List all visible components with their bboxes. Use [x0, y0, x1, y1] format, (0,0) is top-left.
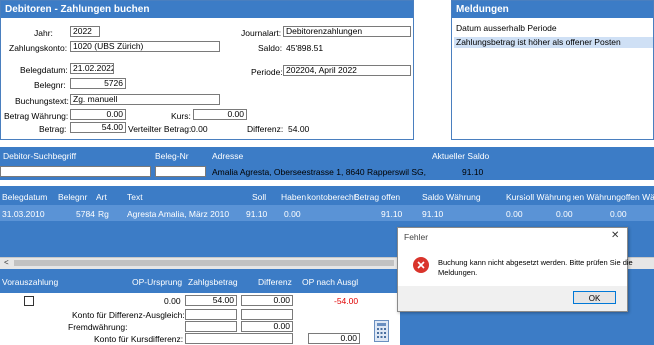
- betrag-label: Betrag:: [39, 124, 67, 134]
- periode-label: Periode:: [251, 67, 283, 77]
- konto-kursdifferenz-label: Konto für Kursdifferenz:: [94, 334, 184, 344]
- row-art[interactable]: Rg: [98, 209, 109, 219]
- col-kurs[interactable]: Kurs: [506, 192, 523, 202]
- belegdatum-field[interactable]: 21.02.2022: [70, 63, 114, 74]
- col-debitor-suchbegriff[interactable]: Debitor-Suchbegriff: [3, 151, 76, 161]
- messages-panel-title: Meldungen: [452, 1, 653, 18]
- row-betrag-offen[interactable]: 91.10: [381, 209, 402, 219]
- betrag-waehrung-label: Betrag Währung:: [4, 111, 69, 121]
- col-haben[interactable]: Haben: [281, 192, 306, 202]
- col-text[interactable]: Text: [127, 192, 143, 202]
- row-offen-waehrung[interactable]: 0.00: [610, 209, 627, 219]
- col-adresse[interactable]: Adresse: [212, 151, 243, 161]
- debitor-address: Amalia Agresta, Oberseestrasse 1, 8640 R…: [212, 167, 427, 177]
- saldo-label: Saldo:: [258, 43, 283, 53]
- col-aktueller-saldo[interactable]: Aktueller Saldo: [432, 151, 489, 161]
- col-offen-waehrung[interactable]: offen Währ: [621, 192, 654, 202]
- op-nach-ausgl-value: -54.00: [334, 296, 359, 306]
- col-belegnr[interactable]: Belegnr: [58, 192, 87, 202]
- col-op-ursprung[interactable]: OP-Ursprung: [132, 277, 182, 287]
- belegnr-field[interactable]: 5726: [70, 78, 126, 89]
- col-soll[interactable]: Soll: [252, 192, 266, 202]
- belegnr-label: Belegnr:: [34, 80, 66, 90]
- beleg-nr-input[interactable]: [155, 166, 206, 177]
- col-differenz[interactable]: Differenz: [258, 277, 292, 287]
- close-icon[interactable]: ✕: [611, 230, 619, 241]
- konto-kursdifferenz-field[interactable]: [185, 333, 293, 344]
- debitor-search-input[interactable]: a: [0, 166, 151, 177]
- col-betrag-offen[interactable]: Betrag offen: [354, 192, 402, 202]
- ok-button[interactable]: OK: [573, 291, 616, 304]
- buchungstext-field[interactable]: Zg. manuell: [70, 94, 220, 105]
- row-saldo-waehrung[interactable]: 91.10: [422, 209, 443, 219]
- booking-panel: Debitoren - Zahlungen buchen Jahr: 2022 …: [0, 0, 414, 140]
- error-icon: [413, 257, 429, 273]
- journalart-label: Journalart:: [241, 28, 282, 38]
- scrollbar-thumb[interactable]: [14, 260, 394, 266]
- differenz-field[interactable]: 0.00: [241, 295, 293, 306]
- vorauszahlung-checkbox[interactable]: [24, 296, 34, 306]
- jahr-label: Jahr:: [34, 28, 53, 38]
- col-saldo-waehrung[interactable]: Saldo Währung: [422, 192, 481, 202]
- saldo-value: 45'898.51: [286, 43, 324, 53]
- table-row[interactable]: 31.03.2010 5784 Rg Agresta Amalia, März …: [0, 205, 654, 221]
- kurs-field[interactable]: 0.00: [193, 109, 247, 120]
- message-item[interactable]: Datum ausserhalb Periode: [454, 23, 653, 34]
- row-soll[interactable]: 91.10: [246, 209, 267, 219]
- col-haben-waehrung[interactable]: Haben Währung: [573, 192, 621, 202]
- row-soll-waehrung[interactable]: 0.00: [506, 209, 523, 219]
- col-kontoberecht[interactable]: kontoberecht.: [307, 192, 359, 202]
- periode-field[interactable]: 202204, April 2022: [283, 65, 411, 76]
- verteilter-betrag-value: 0.00: [191, 124, 208, 134]
- col-belegdatum[interactable]: Belegdatum: [2, 192, 47, 202]
- dialog-footer: OK: [398, 286, 627, 311]
- journalart-field[interactable]: Debitorenzahlungen: [283, 26, 411, 37]
- belegdatum-label: Belegdatum:: [20, 65, 68, 75]
- row-text[interactable]: Agresta Amalia, März 2010: [127, 209, 229, 219]
- error-dialog: Fehler ✕ Buchung kann nicht abgesetzt we…: [397, 227, 633, 312]
- fremdwaehrung-label: Fremdwährung:: [68, 322, 128, 332]
- konto-differenz-field-2[interactable]: [241, 309, 293, 320]
- row-belegdatum[interactable]: 31.03.2010: [2, 209, 45, 219]
- betrag-waehrung-field[interactable]: 0.00: [70, 109, 126, 120]
- konto-differenz-label: Konto für Differenz-Ausgleich:: [72, 310, 185, 320]
- differenz-label: Differenz:: [247, 124, 284, 134]
- konto-differenz-field-1[interactable]: [185, 309, 237, 320]
- dialog-message-line2: Meldungen.: [438, 268, 478, 277]
- messages-panel: Meldungen Datum ausserhalb Periode Zahlu…: [451, 0, 654, 140]
- col-zahlgsbetrag[interactable]: Zahlgsbetrag: [188, 277, 238, 287]
- row-belegnr[interactable]: 5784: [76, 209, 95, 219]
- col-soll-waehrung[interactable]: Soll Währung: [524, 192, 571, 202]
- dialog-message-line1: Buchung kann nicht abgesetzt werden. Bit…: [438, 258, 633, 267]
- message-item-selected[interactable]: Zahlungsbetrag ist höher als offener Pos…: [454, 37, 653, 48]
- buchungstext-label: Buchungstext:: [15, 96, 69, 106]
- col-beleg-nr[interactable]: Beleg-Nr: [155, 151, 189, 161]
- row-haben[interactable]: 0.00: [284, 209, 301, 219]
- zahlungskonto-field[interactable]: 1020 (UBS Zürich): [70, 41, 220, 52]
- col-vorauszahlung[interactable]: Vorauszahlung: [2, 277, 58, 287]
- zahlungskonto-label: Zahlungskonto:: [9, 43, 68, 53]
- kurs-label: Kurs:: [171, 111, 191, 121]
- dialog-title: Fehler: [404, 232, 429, 242]
- scroll-left-icon[interactable]: <: [4, 258, 9, 267]
- differenz-value: 54.00: [288, 124, 310, 134]
- debitor-saldo: 91.10: [462, 167, 484, 177]
- row-haben-waehrung[interactable]: 0.00: [556, 209, 573, 219]
- dialog-body: Buchung kann nicht abgesetzt werden. Bit…: [398, 248, 633, 286]
- kursdifferenz-amount[interactable]: 0.00: [308, 333, 360, 344]
- allocation-row-area: 0.00 54.00 0.00 -54.00 Konto für Differe…: [0, 293, 400, 345]
- debitor-grid: Debitor-Suchbegriff Beleg-Nr Adresse Akt…: [0, 147, 654, 180]
- col-art[interactable]: Art: [96, 192, 107, 202]
- fremdwaehrung-amount[interactable]: 0.00: [241, 321, 293, 332]
- zahlgsbetrag-field[interactable]: 54.00: [185, 295, 237, 306]
- op-ursprung-value: 0.00: [164, 296, 181, 306]
- jahr-field[interactable]: 2022: [70, 26, 100, 37]
- betrag-field[interactable]: 54.00: [70, 122, 126, 133]
- col-op-nach-ausgl[interactable]: OP nach Ausgl: [302, 277, 358, 287]
- calculator-icon[interactable]: [374, 320, 389, 342]
- verteilter-betrag-label: Verteilter Betrag:: [128, 124, 192, 134]
- fremdwaehrung-field[interactable]: [185, 321, 237, 332]
- booking-panel-title: Debitoren - Zahlungen buchen: [1, 1, 413, 18]
